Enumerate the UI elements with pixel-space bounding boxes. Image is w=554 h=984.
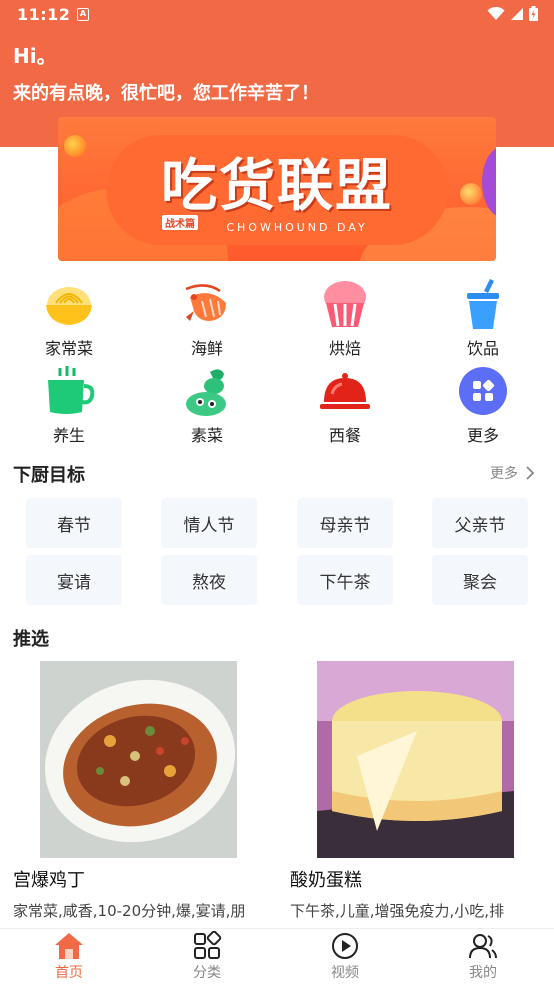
goal-chip[interactable]: 母亲节 <box>297 498 393 548</box>
chevron-right-icon <box>526 466 534 480</box>
tab-label: 首页 <box>55 965 83 981</box>
wifi-icon <box>487 6 505 20</box>
status-icons <box>487 6 538 21</box>
category-more[interactable]: 更多 <box>414 364 552 446</box>
status-time: 11:12 <box>17 5 71 24</box>
recommend-title: 推选 <box>13 629 49 650</box>
tab-video[interactable]: 视频 <box>276 931 414 982</box>
goal-chip[interactable]: 聚会 <box>432 555 528 605</box>
home-icon <box>55 933 83 959</box>
goal-chip[interactable]: 春节 <box>26 498 122 548</box>
recipe-name: 酸奶蛋糕 <box>290 870 362 891</box>
signal-icon <box>511 7 523 20</box>
bottom-tab-bar: 首页 分类 视频 我的 <box>0 928 554 984</box>
recipe-name: 宫爆鸡丁 <box>13 870 85 891</box>
recipe-image <box>40 661 237 858</box>
vegetable-icon <box>186 369 226 416</box>
category-label: 更多 <box>466 426 499 445</box>
category-drinks[interactable]: 饮品 <box>414 277 552 359</box>
category-health[interactable]: 养生 <box>0 364 138 446</box>
goal-chip[interactable]: 情人节 <box>161 498 257 548</box>
drink-cup-icon <box>467 279 499 329</box>
noodle-bowl-icon <box>46 287 92 325</box>
tab-profile[interactable]: 我的 <box>414 931 552 982</box>
promo-banner[interactable]: 吃货联盟 战术篇 CHOWHOUND DAY <box>58 117 496 261</box>
recipe-tags: 家常菜,咸香,10-20分钟,爆,宴请,朋 <box>13 902 246 920</box>
category-seafood[interactable]: 海鲜 <box>138 277 276 359</box>
more-label: 更多 <box>490 466 518 482</box>
category-icon <box>194 931 222 959</box>
category-home-cooking[interactable]: 家常菜 <box>0 277 138 359</box>
category-label: 素菜 <box>190 426 223 445</box>
video-icon <box>332 933 358 959</box>
tab-category[interactable]: 分类 <box>138 931 276 982</box>
profile-icon <box>469 934 497 959</box>
category-label: 西餐 <box>328 426 361 445</box>
category-label: 烘焙 <box>328 339 361 358</box>
goal-chip[interactable]: 父亲节 <box>432 498 528 548</box>
tab-label: 我的 <box>469 965 497 981</box>
greeting-title: Hi。 <box>13 44 57 68</box>
tab-label: 分类 <box>193 965 221 981</box>
recipe-image <box>317 661 514 858</box>
notification-icon: A <box>77 8 89 21</box>
more-grid-icon <box>459 367 507 415</box>
category-baking[interactable]: 烘焙 <box>276 277 414 359</box>
category-label: 饮品 <box>466 339 499 358</box>
recipe-card[interactable]: 宫爆鸡丁 家常菜,咸香,10-20分钟,爆,宴请,朋 <box>0 661 277 921</box>
tab-label: 视频 <box>331 965 359 981</box>
banner-subtitle: CHOWHOUND DAY <box>226 221 368 234</box>
status-bar: 11:12 A <box>0 0 554 30</box>
shrimp-icon <box>185 284 226 321</box>
tea-cup-icon <box>48 366 95 414</box>
category-vegetarian[interactable]: 素菜 <box>138 364 276 446</box>
goals-title: 下厨目标 <box>13 465 85 486</box>
greeting-message: 来的有点晚，很忙吧，您工作辛苦了！ <box>13 83 319 104</box>
category-label: 家常菜 <box>44 339 93 358</box>
cloche-icon <box>320 373 370 409</box>
category-western[interactable]: 西餐 <box>276 364 414 446</box>
category-label: 海鲜 <box>190 339 223 358</box>
recipe-card[interactable]: 酸奶蛋糕 下午茶,儿童,增强免疫力,小吃,排 <box>277 661 554 921</box>
cupcake-icon <box>324 281 366 327</box>
tab-home[interactable]: 首页 <box>0 931 138 982</box>
goal-chip[interactable]: 下午茶 <box>297 555 393 605</box>
goals-more-link[interactable]: 更多 <box>490 463 534 483</box>
recipe-tags: 下午茶,儿童,增强免疫力,小吃,排 <box>290 902 505 920</box>
battery-icon <box>529 6 538 21</box>
banner-title: 吃货联盟 <box>161 153 393 219</box>
goal-chip[interactable]: 熬夜 <box>161 555 257 605</box>
goal-chip[interactable]: 宴请 <box>26 555 122 605</box>
category-label: 养生 <box>52 426 85 445</box>
